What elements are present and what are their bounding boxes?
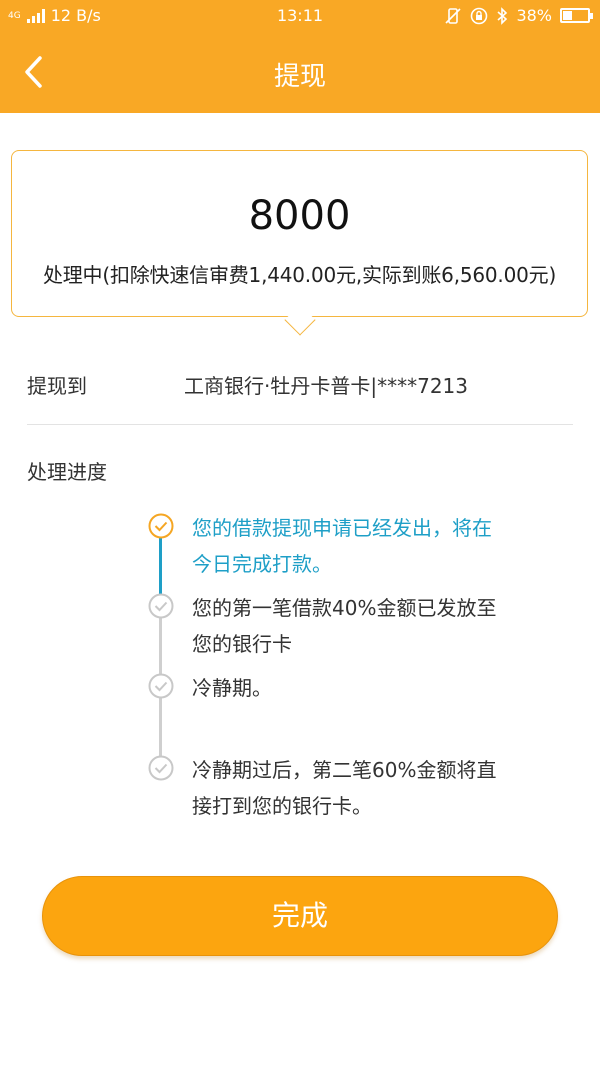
step-4-line1: 冷静期过后，第二笔60%金额将直 (192, 758, 497, 782)
check-circle-icon (148, 755, 174, 781)
amount-card: 8000 处理中(扣除快速信审费1,440.00元,实际到账6,560.00元) (11, 150, 588, 317)
page-title: 提现 (273, 62, 326, 92)
lock-rotation-icon (471, 7, 488, 24)
divider (27, 424, 573, 425)
header-bar: 4G 12 B/s 13:11 38% 提现 (0, 0, 600, 113)
step-1-text: 您的借款提现申请已经发出，将在 今日完成打款。 (192, 510, 562, 582)
vibrate-icon (445, 7, 462, 24)
step-4-line2: 接打到您的银行卡。 (192, 794, 372, 818)
bluetooth-icon (497, 6, 508, 25)
step-4-text: 冷静期过后，第二笔60%金额将直 接打到您的银行卡。 (192, 752, 562, 824)
step-3-line1: 冷静期。 (192, 676, 272, 700)
step-3-text: 冷静期。 (192, 670, 562, 706)
withdraw-amount: 8000 (248, 193, 351, 239)
check-circle-active-icon (148, 513, 174, 539)
check-circle-icon (148, 593, 174, 619)
check-circle-icon (148, 673, 174, 699)
withdraw-to-account: 工商银行·牡丹卡普卡|****7213 (184, 374, 468, 398)
step-1-line2: 今日完成打款。 (192, 552, 332, 576)
withdraw-to-label: 提现到 (27, 374, 87, 398)
status-right: 38% (444, 6, 593, 25)
step-2-text: 您的第一笔借款40%金额已发放至 您的银行卡 (192, 590, 562, 662)
battery-percent: 38% (516, 6, 552, 25)
step-1-line1: 您的借款提现申请已经发出，将在 (192, 516, 492, 540)
battery-icon (560, 8, 593, 23)
withdraw-status: 处理中(扣除快速信审费1,440.00元,实际到账6,560.00元) (42, 263, 557, 287)
status-bar: 4G 12 B/s 13:11 38% (0, 0, 600, 34)
done-button[interactable]: 完成 (42, 876, 558, 956)
progress-label: 处理进度 (27, 460, 107, 484)
step-2-line1: 您的第一笔借款40%金额已发放至 (192, 596, 497, 620)
step-2-line2: 您的银行卡 (192, 632, 292, 656)
